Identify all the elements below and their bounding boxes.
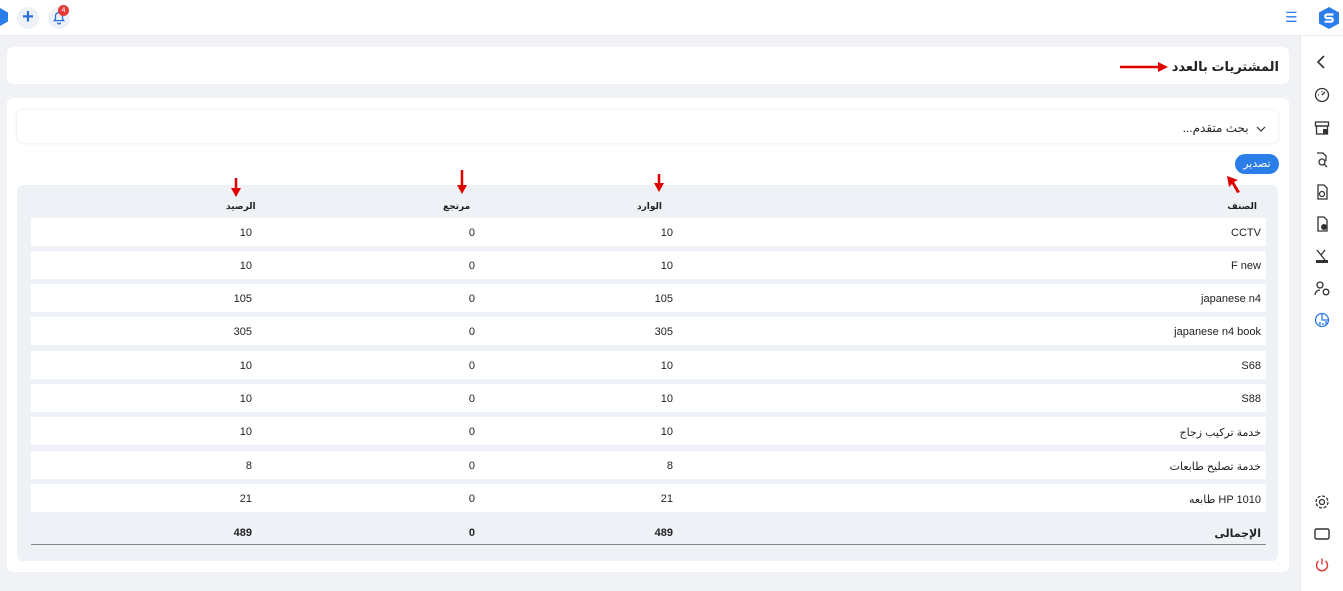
inventory-icon[interactable]	[1313, 247, 1331, 265]
cell-item: CCTV	[1231, 227, 1261, 239]
top-bar: + 4 ☰	[0, 0, 1343, 36]
add-button[interactable]: +	[17, 7, 39, 29]
table-row[interactable]: خدمة تركيب زجاج 10 0 10	[31, 417, 1266, 445]
main-card: بحث متقدم... تصدير الصنف الوارد مرتجع ال…	[7, 98, 1289, 572]
menu-icon[interactable]: ☰	[1285, 10, 1299, 24]
cell-incoming: 10	[660, 227, 673, 239]
table-row[interactable]: japanese n4 105 0 105	[31, 284, 1266, 312]
chevron-down-icon	[1256, 126, 1266, 132]
annotation-arrow-right	[1120, 62, 1168, 72]
invoice-icon[interactable]	[1313, 215, 1331, 233]
export-button[interactable]: تصدير	[1235, 154, 1279, 174]
table-row[interactable]: CCTV 10 0 10	[31, 218, 1266, 246]
report-icon[interactable]	[1313, 311, 1331, 329]
cell-returned: 0	[468, 426, 475, 438]
notifications-button[interactable]: 4	[48, 5, 70, 29]
cell-incoming: 8	[666, 460, 673, 472]
cell-balance: 8	[245, 460, 252, 472]
users-icon[interactable]	[1313, 279, 1331, 297]
cell-incoming: 10	[660, 393, 673, 405]
cell-balance: 10	[239, 260, 252, 272]
cell-returned: 0	[468, 360, 475, 372]
table-total-row: الإجمالى 489 0 489	[31, 519, 1266, 545]
cell-balance: 10	[239, 360, 252, 372]
column-header-balance[interactable]: الرصيد	[226, 201, 256, 212]
cell-item: japanese n4	[1201, 293, 1261, 305]
cell-returned: 0	[468, 293, 475, 305]
annotation-arrow-down	[1227, 176, 1240, 193]
money-doc-icon[interactable]	[1313, 183, 1331, 201]
cell-item: F new	[1231, 260, 1261, 272]
dashboard-icon[interactable]	[1313, 86, 1331, 104]
cell-balance: 21	[239, 493, 252, 505]
cell-incoming: 10	[660, 426, 673, 438]
cell-returned: 0	[468, 227, 475, 239]
cell-balance: 10	[239, 227, 252, 239]
cell-incoming: 105	[654, 293, 673, 305]
advanced-search-toggle[interactable]: بحث متقدم...	[1183, 121, 1266, 135]
cell-incoming: 305	[654, 326, 673, 338]
annotation-arrow-down	[654, 174, 664, 192]
cell-balance: 10	[239, 393, 252, 405]
cell-balance: 105	[233, 293, 252, 305]
cell-item: طابعه HP 1010	[1188, 494, 1261, 506]
column-header-returned[interactable]: مرتجع	[443, 201, 470, 212]
cell-item: S88	[1241, 393, 1261, 405]
cell-returned: 0	[468, 260, 475, 272]
advanced-search-panel[interactable]: بحث متقدم...	[17, 110, 1278, 143]
sidebar	[1300, 36, 1343, 591]
cell-incoming: 21	[660, 493, 673, 505]
app-logo-icon	[0, 8, 8, 26]
table-row[interactable]: خدمة تصليح طابعات 8 0 8	[31, 451, 1266, 479]
table-row[interactable]: طابعه HP 1010 21 0 21	[31, 484, 1266, 512]
cell-incoming: 10	[660, 260, 673, 272]
power-icon[interactable]	[1313, 556, 1331, 574]
annotation-arrow-down	[231, 178, 241, 197]
column-header-item[interactable]: الصنف	[1227, 201, 1257, 212]
store-icon[interactable]	[1313, 119, 1331, 137]
total-incoming: 489	[654, 527, 673, 539]
total-returned: 0	[468, 527, 475, 539]
cell-incoming: 10	[660, 360, 673, 372]
title-card: المشتريات بالعدد	[7, 47, 1289, 84]
advanced-search-label: بحث متقدم...	[1182, 121, 1249, 135]
table-row[interactable]: S68 10 0 10	[31, 351, 1266, 379]
column-header-incoming[interactable]: الوارد	[637, 201, 662, 212]
cell-item: خدمة تصليح طابعات	[1169, 461, 1261, 473]
window-icon[interactable]	[1313, 525, 1331, 543]
search-doc-icon[interactable]	[1313, 151, 1331, 169]
cell-balance: 10	[239, 426, 252, 438]
total-balance: 489	[233, 527, 252, 539]
cell-returned: 0	[468, 393, 475, 405]
cell-returned: 0	[468, 326, 475, 338]
cell-item: خدمة تركيب زجاج	[1179, 427, 1261, 439]
cell-balance: 305	[233, 326, 252, 338]
table-row[interactable]: japanese n4 book 305 0 305	[31, 317, 1266, 345]
purchases-table: الصنف الوارد مرتجع الرصيد CCTV 10 0 10 F…	[17, 170, 1278, 561]
brand-logo-icon[interactable]	[1317, 6, 1341, 30]
cell-item: S68	[1241, 360, 1261, 372]
chevron-left-icon[interactable]	[1313, 53, 1331, 71]
cell-item: japanese n4 book	[1174, 326, 1261, 338]
cell-returned: 0	[468, 493, 475, 505]
notification-badge: 4	[58, 5, 69, 16]
cell-returned: 0	[468, 460, 475, 472]
page-title: المشتريات بالعدد	[1171, 59, 1279, 74]
annotation-arrow-down	[457, 170, 467, 194]
total-label: الإجمالى	[1214, 528, 1261, 540]
table-row[interactable]: F new 10 0 10	[31, 251, 1266, 279]
settings-icon[interactable]	[1313, 493, 1331, 511]
table-row[interactable]: S88 10 0 10	[31, 384, 1266, 412]
